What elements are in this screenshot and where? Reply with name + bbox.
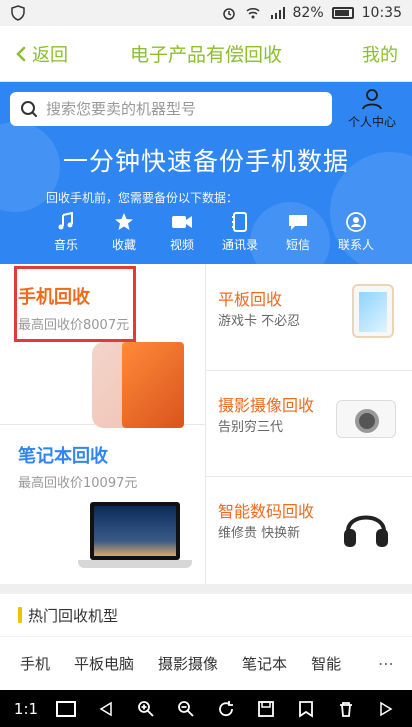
backup-items: 音乐 收藏 视频 通讯录 短信 联系人	[42, 210, 380, 253]
phone-screen-image	[122, 342, 184, 428]
video-icon	[172, 216, 192, 228]
category-grid: 手机回收 最高回收价8007元 笔记本回收 最高回收价10097元 平板回收 游…	[0, 264, 412, 584]
tab-laptop[interactable]: 笔记本	[242, 653, 287, 674]
rotate-icon	[219, 700, 233, 716]
save-button[interactable]	[250, 693, 282, 725]
music-icon	[58, 212, 73, 230]
backup-item-label: 通讯录	[221, 238, 258, 252]
viewer-toolbar: 1:1	[0, 690, 412, 727]
hero-subtitle: 回收手机前，您需要备份以下数据：	[46, 191, 239, 205]
digital-recycle-card[interactable]: 智能数码回收 维修贵 快换新	[206, 476, 412, 582]
tab-camera[interactable]: 摄影摄像	[158, 653, 218, 674]
zoom-in-icon	[138, 700, 154, 717]
zoom-out-icon	[178, 700, 194, 717]
camera-card-subtitle: 告别穷三代	[218, 420, 284, 435]
tablet-card-subtitle: 游戏卡 不必忍	[218, 314, 301, 329]
tab-phone[interactable]: 手机	[20, 653, 50, 674]
wifi-icon	[245, 8, 260, 19]
shield-icon	[11, 5, 25, 21]
contacts-icon	[232, 212, 247, 232]
battery-percent: 82%	[292, 5, 324, 21]
tab-smart[interactable]: 智能	[311, 653, 341, 674]
backup-item-label: 联系人	[337, 238, 374, 252]
trash-icon	[340, 701, 352, 717]
backup-item-sms[interactable]: 短信	[274, 210, 322, 253]
save-icon	[258, 700, 274, 717]
search-icon	[21, 101, 37, 117]
camera-card-title: 摄影摄像回收	[218, 396, 315, 415]
triangle-left-icon	[99, 701, 112, 716]
backup-item-label: 收藏	[111, 238, 136, 252]
tab-tablet[interactable]: 平板电脑	[74, 653, 134, 674]
search-input[interactable]	[46, 100, 322, 118]
laptop-base-image	[78, 560, 192, 568]
search-bar[interactable]	[10, 92, 332, 126]
fit-screen-button[interactable]	[50, 693, 82, 725]
status-bar-left	[10, 5, 26, 21]
bookmark-icon	[299, 700, 313, 718]
backup-item-video[interactable]: 视频	[158, 210, 206, 253]
person-icon	[346, 212, 366, 232]
digital-card-subtitle: 维修贵 快换新	[218, 526, 301, 541]
hot-models-tabs: 手机 平板电脑 摄影摄像 笔记本 智能 ⋯	[0, 636, 412, 690]
user-center-button[interactable]: 个人中心	[342, 88, 402, 130]
laptop-card-subtitle: 最高回收价10097元	[18, 476, 138, 491]
phone-card-subtitle: 最高回收价8007元	[18, 318, 130, 333]
laptop-image	[90, 502, 180, 560]
tablet-image	[352, 284, 394, 338]
battery-icon	[331, 7, 354, 19]
message-icon	[289, 215, 307, 230]
next-button[interactable]	[370, 693, 402, 725]
headphone-image	[344, 515, 388, 547]
laptop-card-title: 笔记本回收	[18, 446, 108, 467]
backup-item-people[interactable]: 联系人	[332, 210, 380, 253]
user-center-label: 个人中心	[347, 115, 396, 129]
laptop-recycle-card[interactable]: 笔记本回收 最高回收价10097元	[0, 424, 205, 584]
camera-recycle-card[interactable]: 摄影摄像回收 告别穷三代	[206, 370, 412, 476]
hot-models-title: 热门回收机型	[28, 606, 119, 625]
backup-item-contacts[interactable]: 通讯录	[216, 210, 264, 253]
delete-button[interactable]	[330, 693, 362, 725]
backup-item-favorites[interactable]: 收藏	[100, 210, 148, 253]
rotate-button[interactable]	[210, 693, 242, 725]
triangle-right-icon	[380, 701, 393, 716]
user-icon	[362, 89, 382, 110]
zoom-actual-size-button[interactable]: 1:1	[10, 693, 42, 725]
previous-button[interactable]	[90, 693, 122, 725]
more-button[interactable]: ⋯	[378, 654, 394, 673]
section-separator	[0, 584, 412, 594]
status-bar-right: 82% 10:35	[221, 5, 402, 21]
zoom-out-button[interactable]	[170, 693, 202, 725]
phone-card-title: 手机回收	[18, 287, 90, 308]
phone-recycle-card[interactable]: 手机回收 最高回收价8007元	[0, 264, 205, 428]
hot-models-header: 热门回收机型	[0, 594, 412, 636]
camera-image	[336, 400, 396, 438]
star-icon	[115, 213, 133, 230]
alarm-icon	[222, 8, 235, 20]
status-bar: 82% 10:35	[0, 0, 412, 26]
backup-item-label: 视频	[169, 238, 194, 252]
back-label: 返回	[32, 44, 68, 66]
tablet-card-title: 平板回收	[218, 290, 283, 309]
mine-button[interactable]: 我的	[362, 41, 398, 67]
backup-item-music[interactable]: 音乐	[42, 210, 90, 253]
chevron-left-icon	[16, 46, 26, 61]
hero-title: 一分钟快速备份手机数据	[62, 147, 349, 176]
favorite-button[interactable]	[290, 693, 322, 725]
zoom-in-button[interactable]	[130, 693, 162, 725]
backup-item-label: 短信	[285, 238, 310, 252]
hero-banner: 个人中心 一分钟快速备份手机数据 回收手机前，您需要备份以下数据： 音乐 收藏 …	[0, 82, 412, 264]
status-time: 10:35	[361, 5, 402, 21]
back-button[interactable]: 返回	[12, 41, 68, 67]
fit-screen-icon	[56, 700, 76, 717]
digital-card-title: 智能数码回收	[218, 502, 315, 521]
tablet-recycle-card[interactable]: 平板回收 游戏卡 不必忍	[206, 264, 412, 370]
section-accent-bar	[18, 607, 22, 623]
signal-icon	[270, 7, 285, 19]
backup-item-label: 音乐	[53, 238, 78, 252]
nav-bar: 返回 电子产品有偿回收 我的	[0, 26, 412, 82]
